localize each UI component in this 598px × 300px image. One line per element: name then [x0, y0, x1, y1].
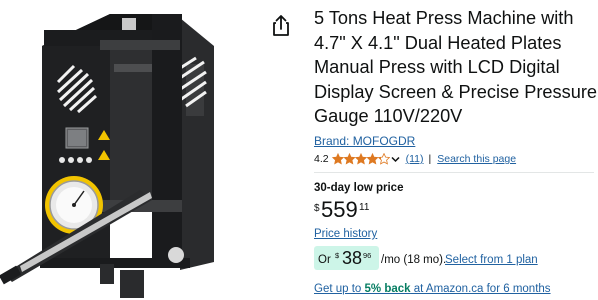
- select-plan-link[interactable]: Select from 1 plan: [445, 254, 538, 266]
- cashback-offer-link[interactable]: Get up to 5% back at Amazon.ca for 6 mon…: [314, 283, 551, 295]
- share-button[interactable]: [270, 13, 292, 37]
- chevron-down-icon: [391, 156, 400, 162]
- divider: [314, 172, 594, 173]
- cashback-lead: Get up to: [314, 283, 365, 295]
- product-info: 5 Tons Heat Press Machine with 4.7" X 4.…: [314, 0, 598, 300]
- installment-offer: Or $ 38 96 /mo (18 mo). Select from 1 pl…: [314, 246, 598, 270]
- cashback-percent: 5% back: [364, 283, 411, 295]
- cashback-tail: at Amazon.ca for 6 months: [410, 283, 551, 295]
- installment-fraction: 96: [363, 251, 372, 260]
- product-image[interactable]: [0, 0, 258, 300]
- share-icon: [273, 15, 289, 36]
- installment-term: /mo (18 mo).: [381, 254, 447, 266]
- rating-value: 4.2: [314, 153, 329, 165]
- rating-dropdown-button[interactable]: [391, 156, 400, 163]
- price-history-link[interactable]: Price history: [314, 228, 377, 240]
- price-fraction: 11: [359, 202, 370, 213]
- rating-row: 4.2 (11) | Search this page: [314, 152, 516, 166]
- installment-prefix: Or: [318, 254, 331, 266]
- installment-whole: 38: [342, 248, 363, 268]
- rating-stars[interactable]: [331, 153, 390, 165]
- brand-link[interactable]: Brand: MOFOGDR: [314, 134, 415, 148]
- installment-currency: $: [335, 251, 340, 260]
- price-whole: 559: [321, 197, 358, 222]
- rating-separator: |: [428, 153, 432, 165]
- product-title: 5 Tons Heat Press Machine with 4.7" X 4.…: [314, 8, 598, 127]
- review-count-link[interactable]: (11): [406, 153, 424, 165]
- heat-press-machine-photo: [0, 14, 214, 298]
- price-currency: $: [314, 203, 320, 214]
- search-this-page-link[interactable]: Search this page: [437, 153, 516, 165]
- low-price-label: 30-day low price: [314, 182, 404, 194]
- star-rating-icon: [331, 153, 390, 165]
